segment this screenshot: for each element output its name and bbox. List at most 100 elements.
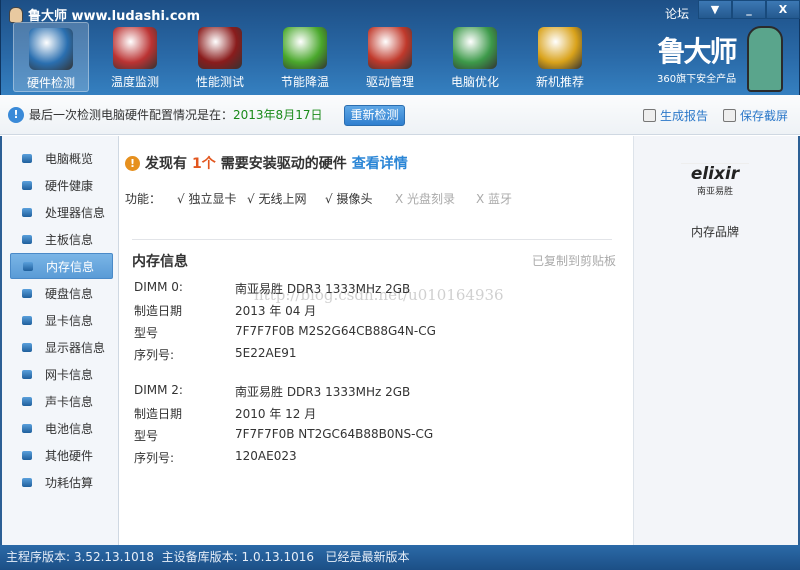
main-version: 主程序版本: 3.52.13.1018 (6, 550, 155, 564)
sidebar-item[interactable]: 显卡信息 (10, 307, 113, 333)
sidebar-item-label: 电池信息 (45, 421, 94, 436)
memory-label: 序列号: (134, 451, 175, 465)
nav-monitor-magnifier[interactable]: 硬件检测 (13, 22, 89, 92)
brand-sub: 360旗下安全产品 (657, 74, 737, 85)
bullet-icon (22, 369, 32, 379)
info-icon: ! (8, 106, 24, 123)
driver-warning: ! 发现有 1个 需要安装驱动的硬件 查看详情 (125, 153, 408, 173)
save-screenshot-button[interactable]: 保存截屏 (723, 107, 788, 124)
section-title: 内存信息 (132, 254, 188, 270)
monitor-medal-icon (538, 27, 582, 69)
menu-button[interactable]: ▼ (698, 0, 732, 19)
feature-item: √ 独立显卡 (177, 192, 237, 206)
db-version: 主设备库版本: 1.0.13.1016 (161, 550, 315, 564)
memory-value: 2010 年 12 月 (235, 407, 317, 421)
copied-status: 已复制到剪贴板 (532, 254, 617, 268)
sidebar-item-label: 显卡信息 (45, 313, 94, 328)
clover-icon (283, 27, 327, 69)
nav-driver-box[interactable]: 驱动管理 (352, 22, 428, 92)
nav-label: 节能降温 (280, 75, 329, 89)
sidebar-item-label: 网卡信息 (45, 367, 94, 382)
memory-label: 序列号: (134, 348, 175, 362)
speedometer-icon (198, 27, 242, 69)
memory-value: 5E22AE91 (235, 346, 297, 360)
sidebar-item-label: 硬件健康 (45, 178, 94, 193)
bullet-icon (22, 315, 32, 325)
memory-label: 型号 (134, 326, 159, 340)
sidebar-item[interactable]: 电脑概览 (10, 145, 113, 171)
sidebar-item[interactable]: 电池信息 (10, 415, 113, 441)
nav-speedometer[interactable]: 性能测试 (182, 22, 258, 92)
nav-label: 电脑优化 (450, 75, 499, 89)
view-details-link[interactable]: 查看详情 (352, 153, 408, 173)
mascot-icon (747, 26, 783, 92)
sidebar-item[interactable]: 显示器信息 (10, 334, 113, 360)
last-check-message: 最后一次检测电脑硬件配置情况是在： (29, 108, 234, 122)
sidebar-item-label: 声卡信息 (45, 394, 94, 409)
main-panel: ! 发现有 1个 需要安装驱动的硬件 查看详情 功能： √ 独立显卡 √ 无线上网… (119, 136, 633, 545)
sidebar-item[interactable]: 其他硬件 (10, 442, 113, 468)
sidebar-item[interactable]: 硬盘信息 (10, 280, 113, 306)
last-check-date: 2013年8月17日 (233, 108, 323, 122)
memory-label: 制造日期 (134, 304, 183, 318)
generate-report-label: 生成报告 (660, 109, 709, 123)
monitor-wand-icon (453, 27, 497, 69)
sidebar-item[interactable]: 网卡信息 (10, 361, 113, 387)
bullet-icon (22, 423, 32, 433)
nav-monitor-wand[interactable]: 电脑优化 (437, 22, 513, 92)
sidebar-item-label: 其他硬件 (45, 448, 94, 463)
generate-report-button[interactable]: 生成报告 (643, 107, 708, 124)
sidebar-item-label: 硬盘信息 (45, 286, 94, 301)
feature-item: √ 摄像头 (325, 192, 373, 206)
brand-panel: elixir 南亚易胜 内存品牌 (633, 136, 800, 545)
minimize-button[interactable]: _ (732, 0, 766, 19)
forum-link[interactable]: 论坛 (665, 5, 689, 22)
toolbar: ! 最后一次检测电脑硬件配置情况是在： 2013年8月17日 重新检测 生成报告… (0, 95, 800, 135)
nav-label: 温度监测 (110, 75, 159, 89)
status-bar: 主程序版本: 3.52.13.1018 主设备库版本: 1.0.13.1016 … (0, 545, 800, 570)
feature-item: √ 无线上网 (247, 192, 307, 206)
nav-thermometer[interactable]: 温度监测 (97, 22, 173, 92)
title-bar: 鲁大师 www.ludashi.com 论坛 ▼ _ X 硬件检测 温度监测 性能测… (0, 0, 800, 95)
memory-label: 型号 (134, 429, 159, 443)
sidebar-item[interactable]: 硬件健康 (10, 172, 113, 198)
sidebar-item[interactable]: 声卡信息 (10, 388, 113, 414)
bullet-icon (22, 234, 32, 244)
nav-label: 驱动管理 (365, 75, 414, 89)
mascot-icon (9, 6, 23, 23)
feature-item: X 光盘刻录 (395, 192, 456, 206)
warning-icon: ! (125, 155, 140, 171)
memory-label: DIMM 0: (134, 280, 183, 294)
logo-sub: 南亚易胜 (696, 187, 733, 197)
sidebar-item[interactable]: 功耗估算 (10, 469, 113, 495)
nav-clover[interactable]: 节能降温 (267, 22, 343, 92)
sidebar-item-label: 主板信息 (45, 232, 94, 247)
bullet-icon (22, 207, 32, 217)
bullet-icon (22, 153, 32, 163)
nav-monitor-medal[interactable]: 新机推荐 (522, 22, 598, 92)
nav-label: 新机推荐 (535, 75, 584, 89)
bullet-icon (22, 477, 32, 487)
features-label: 功能： (125, 192, 162, 206)
memory-label: DIMM 2: (134, 383, 183, 397)
sidebar-item[interactable]: 处理器信息 (10, 199, 113, 225)
save-screenshot-label: 保存截屏 (740, 109, 789, 123)
thermometer-icon (113, 27, 157, 69)
sidebar-item[interactable]: 内存信息 (10, 253, 113, 279)
bullet-icon (23, 261, 33, 271)
logo-text: elixir (681, 163, 749, 184)
elixir-logo: elixir 南亚易胜 (681, 163, 749, 197)
close-button[interactable]: X (766, 0, 800, 19)
nav-label: 性能测试 (195, 75, 244, 89)
recheck-button[interactable]: 重新检测 (344, 105, 405, 126)
memory-value: 7F7F7F0B M2S2G64CB88G4N-CG (235, 324, 436, 338)
sidebar: 电脑概览硬件健康处理器信息主板信息内存信息硬盘信息显卡信息显示器信息网卡信息声卡… (0, 136, 119, 545)
memory-value: 南亚易胜 DDR3 1333MHz 2GB (235, 282, 411, 296)
report-icon (643, 109, 656, 122)
memory-value: 南亚易胜 DDR3 1333MHz 2GB (235, 385, 411, 399)
monitor-magnifier-icon (29, 28, 73, 70)
brand-name: 鲁大师 (657, 35, 738, 68)
sidebar-item-label: 处理器信息 (45, 205, 106, 220)
brand: 鲁大师 360旗下安全产品 (657, 30, 738, 85)
sidebar-item[interactable]: 主板信息 (10, 226, 113, 252)
